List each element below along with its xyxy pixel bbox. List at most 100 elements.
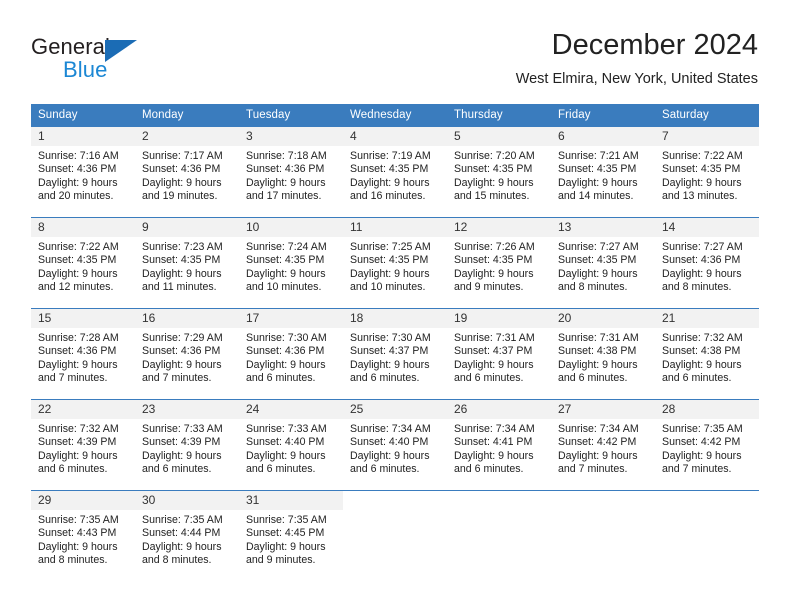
day-cell[interactable]: 10 Sunrise: 7:24 AM Sunset: 4:35 PM Dayl…: [239, 217, 343, 309]
day-cell-inner: 7 Sunrise: 7:22 AM Sunset: 4:35 PM Dayli…: [655, 127, 759, 217]
brand-name-blue: Blue: [63, 57, 108, 82]
sunset-text: Sunset: 4:40 PM: [246, 436, 325, 449]
day-details: Sunrise: 7:35 AM Sunset: 4:43 PM Dayligh…: [31, 510, 135, 567]
day-number: [551, 491, 655, 510]
day-cell[interactable]: 26 Sunrise: 7:34 AM Sunset: 4:41 PM Dayl…: [447, 399, 551, 491]
day-cell[interactable]: 22 Sunrise: 7:32 AM Sunset: 4:39 PM Dayl…: [31, 399, 135, 491]
title-block: December 2024 West Elmira, New York, Uni…: [516, 28, 758, 89]
day-cell[interactable]: 27 Sunrise: 7:34 AM Sunset: 4:42 PM Dayl…: [551, 399, 655, 491]
day-cell[interactable]: 25 Sunrise: 7:34 AM Sunset: 4:40 PM Dayl…: [343, 399, 447, 491]
daylight-text-line1: Daylight: 9 hours: [38, 358, 118, 371]
day-cell-inner: 13 Sunrise: 7:27 AM Sunset: 4:35 PM Dayl…: [551, 218, 655, 308]
page-header: General Blue December 2024 West Elmira, …: [0, 0, 792, 100]
day-cell[interactable]: 15 Sunrise: 7:28 AM Sunset: 4:36 PM Dayl…: [31, 308, 135, 400]
daylight-text-line1: Daylight: 9 hours: [142, 449, 222, 462]
day-cell-inner: 4 Sunrise: 7:19 AM Sunset: 4:35 PM Dayli…: [343, 127, 447, 217]
sunrise-text: Sunrise: 7:30 AM: [246, 332, 327, 344]
day-cell[interactable]: 21 Sunrise: 7:32 AM Sunset: 4:38 PM Dayl…: [655, 308, 759, 400]
day-number: 14: [655, 218, 759, 237]
day-cell-inner: 28 Sunrise: 7:35 AM Sunset: 4:42 PM Dayl…: [655, 400, 759, 490]
day-cell[interactable]: 11 Sunrise: 7:25 AM Sunset: 4:35 PM Dayl…: [343, 217, 447, 309]
sunset-text: Sunset: 4:35 PM: [38, 254, 117, 267]
sunrise-text: Sunrise: 7:24 AM: [246, 241, 327, 253]
sunrise-text: Sunrise: 7:19 AM: [350, 150, 431, 162]
day-cell-inner: 16 Sunrise: 7:29 AM Sunset: 4:36 PM Dayl…: [135, 309, 239, 399]
day-number: 15: [31, 309, 135, 328]
day-details: Sunrise: 7:18 AM Sunset: 4:36 PM Dayligh…: [239, 146, 343, 203]
day-cell[interactable]: 6 Sunrise: 7:21 AM Sunset: 4:35 PM Dayli…: [551, 127, 655, 218]
daylight-text-line1: Daylight: 9 hours: [558, 176, 638, 189]
day-cell[interactable]: 29 Sunrise: 7:35 AM Sunset: 4:43 PM Dayl…: [31, 490, 135, 581]
sunrise-text: Sunrise: 7:26 AM: [454, 241, 535, 253]
weekday-header-thursday: Thursday: [447, 104, 551, 127]
day-number: 23: [135, 400, 239, 419]
daylight-text-line1: Daylight: 9 hours: [454, 449, 534, 462]
day-number: 10: [239, 218, 343, 237]
day-cell[interactable]: 12 Sunrise: 7:26 AM Sunset: 4:35 PM Dayl…: [447, 217, 551, 309]
day-cell[interactable]: 17 Sunrise: 7:30 AM Sunset: 4:36 PM Dayl…: [239, 308, 343, 400]
day-cell[interactable]: 14 Sunrise: 7:27 AM Sunset: 4:36 PM Dayl…: [655, 217, 759, 309]
sunset-text: Sunset: 4:35 PM: [246, 254, 325, 267]
sunrise-text: Sunrise: 7:33 AM: [142, 423, 223, 435]
sunrise-text: Sunrise: 7:34 AM: [454, 423, 535, 435]
day-cell-inner: 30 Sunrise: 7:35 AM Sunset: 4:44 PM Dayl…: [135, 491, 239, 581]
day-cell[interactable]: 7 Sunrise: 7:22 AM Sunset: 4:35 PM Dayli…: [655, 127, 759, 218]
day-cell[interactable]: 3 Sunrise: 7:18 AM Sunset: 4:36 PM Dayli…: [239, 127, 343, 218]
day-cell[interactable]: 24 Sunrise: 7:33 AM Sunset: 4:40 PM Dayl…: [239, 399, 343, 491]
daylight-text-line1: Daylight: 9 hours: [662, 267, 742, 280]
day-details: Sunrise: 7:22 AM Sunset: 4:35 PM Dayligh…: [655, 146, 759, 203]
calendar-week-row: 29 Sunrise: 7:35 AM Sunset: 4:43 PM Dayl…: [31, 490, 759, 581]
day-details: Sunrise: 7:28 AM Sunset: 4:36 PM Dayligh…: [31, 328, 135, 385]
sunset-text: Sunset: 4:38 PM: [662, 345, 741, 358]
day-cell[interactable]: 23 Sunrise: 7:33 AM Sunset: 4:39 PM Dayl…: [135, 399, 239, 491]
day-details: Sunrise: 7:34 AM Sunset: 4:41 PM Dayligh…: [447, 419, 551, 476]
day-cell-inner: 14 Sunrise: 7:27 AM Sunset: 4:36 PM Dayl…: [655, 218, 759, 308]
day-cell[interactable]: 2 Sunrise: 7:17 AM Sunset: 4:36 PM Dayli…: [135, 127, 239, 218]
sunrise-text: Sunrise: 7:28 AM: [38, 332, 119, 344]
day-number: 27: [551, 400, 655, 419]
sunrise-text: Sunrise: 7:17 AM: [142, 150, 223, 162]
day-details: Sunrise: 7:35 AM Sunset: 4:45 PM Dayligh…: [239, 510, 343, 567]
day-cell-inner: 1 Sunrise: 7:16 AM Sunset: 4:36 PM Dayli…: [31, 127, 135, 217]
day-cell[interactable]: 28 Sunrise: 7:35 AM Sunset: 4:42 PM Dayl…: [655, 399, 759, 491]
day-details: Sunrise: 7:19 AM Sunset: 4:35 PM Dayligh…: [343, 146, 447, 203]
day-cell[interactable]: 9 Sunrise: 7:23 AM Sunset: 4:35 PM Dayli…: [135, 217, 239, 309]
day-details: Sunrise: 7:21 AM Sunset: 4:35 PM Dayligh…: [551, 146, 655, 203]
day-cell[interactable]: 20 Sunrise: 7:31 AM Sunset: 4:38 PM Dayl…: [551, 308, 655, 400]
day-cell[interactable]: 18 Sunrise: 7:30 AM Sunset: 4:37 PM Dayl…: [343, 308, 447, 400]
day-cell[interactable]: 31 Sunrise: 7:35 AM Sunset: 4:45 PM Dayl…: [239, 490, 343, 581]
day-number: 17: [239, 309, 343, 328]
day-cell-inner: 11 Sunrise: 7:25 AM Sunset: 4:35 PM Dayl…: [343, 218, 447, 308]
day-cell-inner: 10 Sunrise: 7:24 AM Sunset: 4:35 PM Dayl…: [239, 218, 343, 308]
day-details: Sunrise: 7:31 AM Sunset: 4:37 PM Dayligh…: [447, 328, 551, 385]
day-cell-inner: 18 Sunrise: 7:30 AM Sunset: 4:37 PM Dayl…: [343, 309, 447, 399]
day-cell[interactable]: 5 Sunrise: 7:20 AM Sunset: 4:35 PM Dayli…: [447, 127, 551, 218]
weekday-header-saturday: Saturday: [655, 104, 759, 127]
daylight-text-line1: Daylight: 9 hours: [142, 358, 222, 371]
sunset-text: Sunset: 4:39 PM: [142, 436, 221, 449]
day-details: Sunrise: 7:20 AM Sunset: 4:35 PM Dayligh…: [447, 146, 551, 203]
day-cell[interactable]: 8 Sunrise: 7:22 AM Sunset: 4:35 PM Dayli…: [31, 217, 135, 309]
sunrise-text: Sunrise: 7:35 AM: [38, 514, 119, 526]
day-cell-inner: 3 Sunrise: 7:18 AM Sunset: 4:36 PM Dayli…: [239, 127, 343, 217]
day-number: 13: [551, 218, 655, 237]
day-cell[interactable]: 1 Sunrise: 7:16 AM Sunset: 4:36 PM Dayli…: [31, 127, 135, 218]
day-cell[interactable]: 19 Sunrise: 7:31 AM Sunset: 4:37 PM Dayl…: [447, 308, 551, 400]
sunrise-text: Sunrise: 7:27 AM: [558, 241, 639, 253]
day-cell[interactable]: 13 Sunrise: 7:27 AM Sunset: 4:35 PM Dayl…: [551, 217, 655, 309]
sunset-text: Sunset: 4:41 PM: [454, 436, 533, 449]
day-cell-inner: 2 Sunrise: 7:17 AM Sunset: 4:36 PM Dayli…: [135, 127, 239, 217]
sunrise-text: Sunrise: 7:23 AM: [142, 241, 223, 253]
day-cell-inner: 24 Sunrise: 7:33 AM Sunset: 4:40 PM Dayl…: [239, 400, 343, 490]
sunrise-text: Sunrise: 7:30 AM: [350, 332, 431, 344]
daylight-text-line1: Daylight: 9 hours: [38, 267, 118, 280]
day-number: 1: [31, 127, 135, 146]
sunrise-text: Sunrise: 7:25 AM: [350, 241, 431, 253]
day-cell[interactable]: 4 Sunrise: 7:19 AM Sunset: 4:35 PM Dayli…: [343, 127, 447, 218]
day-cell[interactable]: 16 Sunrise: 7:29 AM Sunset: 4:36 PM Dayl…: [135, 308, 239, 400]
brand-logo[interactable]: General Blue: [31, 34, 251, 90]
sunrise-text: Sunrise: 7:31 AM: [558, 332, 639, 344]
sunset-text: Sunset: 4:36 PM: [142, 163, 221, 176]
sunrise-text: Sunrise: 7:20 AM: [454, 150, 535, 162]
day-cell[interactable]: 30 Sunrise: 7:35 AM Sunset: 4:44 PM Dayl…: [135, 490, 239, 581]
